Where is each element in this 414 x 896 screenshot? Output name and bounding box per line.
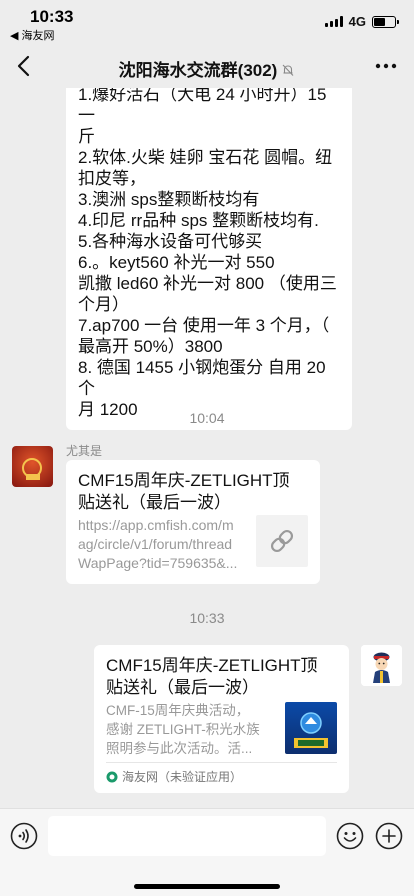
link-card-title-line: CMF15周年庆-ZETLIGHT顶 [78,471,290,490]
message-line: 扣皮等， [78,169,146,188]
link-icon [270,529,294,553]
zetlight-thumbnail-image [285,702,337,754]
chat-title: 沈阳海水交流群(302) [0,56,414,81]
plus-icon[interactable] [375,822,403,850]
message-line: 最高开 50%）3800 [78,337,223,356]
link-card-url-line: ag/circle/v1/forum/thread [78,536,233,552]
voice-icon[interactable] [10,822,38,850]
shared-card-title-line: CMF15周年庆-ZETLIGHT顶 [106,656,318,675]
sender-avatar[interactable] [12,446,53,487]
message-list[interactable]: 1.爆好活石（大电 24 小时开）15 一 斤 2.软体.火柴 娃卵 宝石花 圆… [0,88,414,808]
my-avatar[interactable] [361,645,402,686]
chat-header: 沈阳海水交流群(302) [0,44,414,88]
network-type: 4G [348,14,366,29]
back-to-app-link[interactable]: ◀ 海友网 [10,27,55,43]
message-line: 8. 德国 1455 小钢炮蛋分 自用 20 个 [78,358,326,398]
shared-card-thumbnail [285,702,337,754]
message-line: 7.ap700 一台 使用一年 3 个月，（ [78,316,330,335]
avatar-image [12,446,53,487]
signal-icon [324,16,343,27]
shared-card-desc-line: 感谢 ZETLIGHT-积光水族 [106,722,260,737]
shared-card-description: CMF-15周年庆典活动， 感谢 ZETLIGHT-积光水族 照明参与此次活动。… [106,701,284,758]
status-indicators: 4G [324,14,399,29]
link-card[interactable]: CMF15周年庆-ZETLIGHT顶 贴送礼（最后一波） https://app… [66,460,320,584]
chat-title-text: 沈阳海水交流群(302) [118,61,278,80]
shared-app-card[interactable]: CMF15周年庆-ZETLIGHT顶 贴送礼（最后一波） CMF-15周年庆典活… [94,645,349,793]
card-source: 海友网（未验证应用） [106,768,242,785]
shared-card-desc-line: 照明参与此次活动。活... [106,741,253,756]
card-divider [106,762,337,763]
message-line: 凯撒 led60 补光一对 800 （使用三 [78,274,337,293]
home-indicator[interactable] [134,884,280,889]
avatar-image [361,645,402,686]
battery-icon [372,15,399,28]
message-line: 3.澳洲 sps整颗断枝均有 [78,190,260,209]
shared-card-title-line: 贴送礼（最后一波） [106,678,259,697]
message-text-bubble[interactable]: 1.爆好活石（大电 24 小时开）15 一 斤 2.软体.火柴 娃卵 宝石花 圆… [66,88,352,430]
message-line: 1.爆好活石（大电 24 小时开）15 一 [78,88,327,125]
card-source-label: 海友网（未验证应用） [122,770,243,784]
message-timestamp: 10:04 [189,410,225,426]
message-input[interactable] [48,816,326,856]
link-card-url-line: WapPage?tid=759635&... [78,555,238,571]
status-time: 10:33 [30,7,74,26]
link-card-title: CMF15周年庆-ZETLIGHT顶 贴送礼（最后一波） [78,470,310,514]
input-bar [0,808,414,896]
mute-bell-icon [282,64,294,76]
more-icon[interactable] [374,58,398,74]
message-line: 个月） [78,295,129,314]
sender-name: 尤其是 [66,444,103,458]
message-line: 斤 [78,127,95,146]
status-bar: 10:33 ◀ 海友网 4G [0,0,414,44]
link-card-title-line: 贴送礼（最后一波） [78,493,231,512]
emoji-icon[interactable] [336,822,364,850]
link-card-url: https://app.cmfish.com/m ag/circle/v1/fo… [78,516,256,573]
message-line: 5.各种海水设备可代够买 [78,232,263,251]
message-line: 4.印尼 rr品种 sps 整颗断枝均有. [78,211,319,230]
link-thumbnail [256,515,308,567]
app-source-icon [106,771,118,782]
link-card-url-line: https://app.cmfish.com/m [78,517,234,533]
shared-card-desc-line: CMF-15周年庆典活动， [106,703,250,718]
shared-card-title: CMF15周年庆-ZETLIGHT顶 贴送礼（最后一波） [106,655,338,699]
message-timestamp: 10:33 [189,610,225,626]
message-line: 6.。keyt560 补光一对 550 [78,253,275,272]
message-line: 2.软体.火柴 娃卵 宝石花 圆帽。纽 [78,148,333,167]
